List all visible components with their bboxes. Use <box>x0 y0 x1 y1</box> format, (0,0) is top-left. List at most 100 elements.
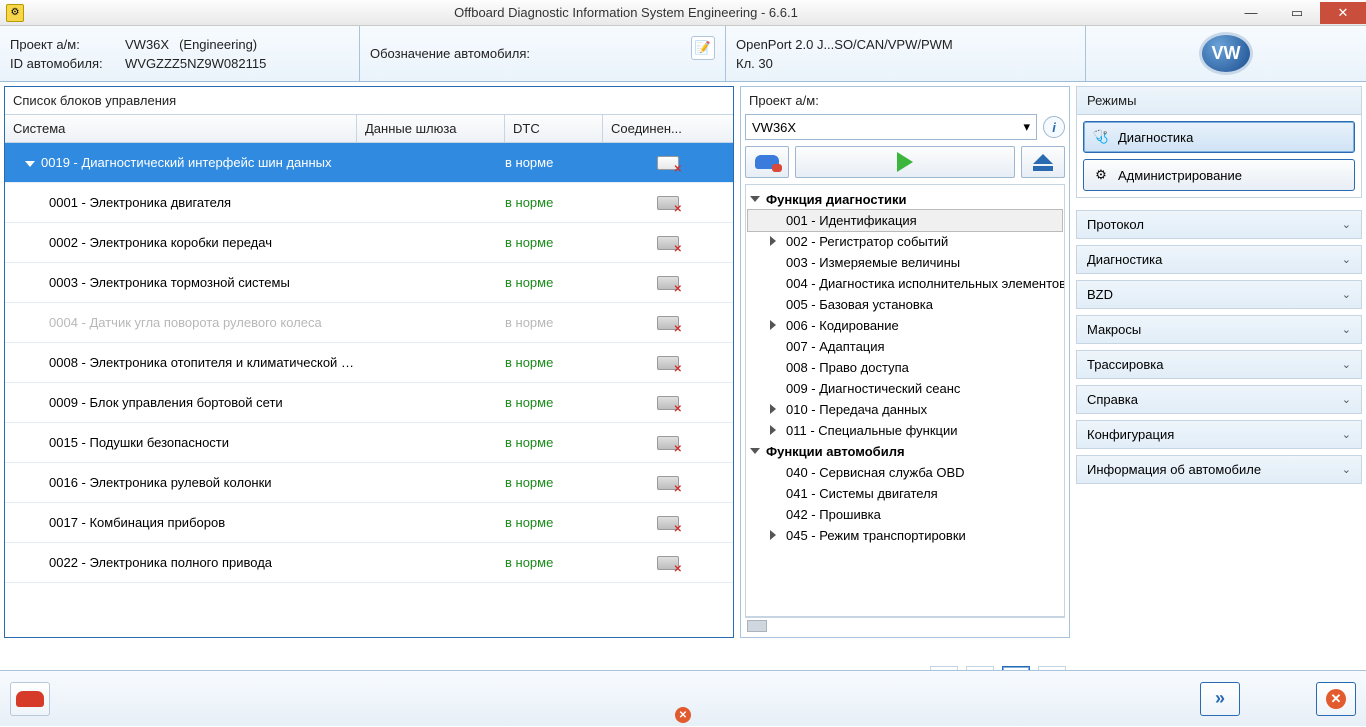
accordion-label: BZD <box>1087 287 1113 302</box>
tree-node[interactable]: 040 - Сервисная служба OBD <box>748 462 1062 483</box>
accordion-section[interactable]: Диагностика⌄ <box>1076 245 1362 274</box>
accordion-label: Диагностика <box>1087 252 1162 267</box>
table-row[interactable]: 0015 - Подушки безопасностив норме <box>5 423 733 463</box>
brand-logo-cell: VW <box>1086 26 1366 81</box>
tree-node[interactable]: 011 - Специальные функции <box>748 420 1062 441</box>
vehicle-id-value: WVGZZZ5NZ9W082115 <box>125 56 266 71</box>
app-icon: ⚙ <box>6 4 24 22</box>
col-system[interactable]: Система <box>5 115 357 142</box>
play-icon <box>897 152 913 172</box>
dtc-status: в норме <box>505 515 603 530</box>
project-value: VW36X <box>125 37 169 52</box>
accordion-label: Конфигурация <box>1087 427 1174 442</box>
tree-node[interactable]: 007 - Адаптация <box>748 336 1062 357</box>
tree-hscroll[interactable] <box>745 617 1065 633</box>
tree-node[interactable]: 001 - Идентификация <box>748 210 1062 231</box>
tree-node[interactable]: 003 - Измеряемые величины <box>748 252 1062 273</box>
tree-node[interactable]: 045 - Режим транспортировки <box>748 525 1062 546</box>
status-error-icon[interactable]: ✕ <box>675 707 691 723</box>
maximize-button[interactable]: ▭ <box>1274 2 1320 24</box>
mode-admin-button[interactable]: ⚙ Администрирование <box>1083 159 1355 191</box>
col-dtc[interactable]: DTC <box>505 115 603 142</box>
table-row[interactable]: 0003 - Электроника тормозной системыв но… <box>5 263 733 303</box>
connection-icon <box>657 196 679 210</box>
dtc-status: в норме <box>505 235 603 250</box>
chevron-down-icon: ⌄ <box>1342 393 1351 406</box>
chevron-down-icon: ⌄ <box>1342 358 1351 371</box>
chevron-down-icon: ⌄ <box>1342 428 1351 441</box>
connection-icon <box>657 356 679 370</box>
chevron-down-icon: ▾ <box>1023 119 1030 135</box>
footer-vehicle-button[interactable] <box>10 682 50 716</box>
system-label: 0022 - Электроника полного привода <box>49 555 272 570</box>
designation-label: Обозначение автомобиля: <box>370 46 530 61</box>
table-row[interactable]: 0022 - Электроника полного привода в норм… <box>5 543 733 583</box>
table-row[interactable]: 0009 - Блок управления бортовой сетив но… <box>5 383 733 423</box>
accordion-label: Справка <box>1087 392 1138 407</box>
footer-cancel-button[interactable]: ✕ <box>1316 682 1356 716</box>
dtc-status: в норме <box>505 475 603 490</box>
system-label: 0019 - Диагностический интерфейс шин дан… <box>41 155 331 170</box>
tree-node[interactable]: 002 - Регистратор событий <box>748 231 1062 252</box>
table-row[interactable]: 0001 - Электроника двигателяв норме <box>5 183 733 223</box>
mode-admin-label: Администрирование <box>1118 168 1242 183</box>
table-row[interactable]: 0017 - Комбинация приборовв норме <box>5 503 733 543</box>
kl-value: Кл. 30 <box>736 56 773 71</box>
accordion-section[interactable]: BZD⌄ <box>1076 280 1362 309</box>
tree-node[interactable]: 042 - Прошивка <box>748 504 1062 525</box>
table-row[interactable]: 0002 - Электроника коробки передач в норм… <box>5 223 733 263</box>
connection-icon <box>657 516 679 530</box>
connection-icon <box>657 476 679 490</box>
cancel-icon: ✕ <box>1326 689 1346 709</box>
chevron-down-icon: ⌄ <box>1342 218 1351 231</box>
close-button[interactable]: ✕ <box>1320 2 1366 24</box>
dtc-status: в норме <box>505 555 603 570</box>
accordion-label: Макросы <box>1087 322 1141 337</box>
tree-node[interactable]: 041 - Системы двигателя <box>748 483 1062 504</box>
run-button[interactable] <box>795 146 1015 178</box>
table-row[interactable]: 0004 - Датчик угла поворота рулевого кол… <box>5 303 733 343</box>
minimize-button[interactable]: — <box>1228 2 1274 24</box>
col-connection[interactable]: Соединен... <box>603 115 733 142</box>
notes-button[interactable]: 📝 <box>691 36 715 60</box>
system-label: 0009 - Блок управления бортовой сети <box>49 395 283 410</box>
table-row[interactable]: 0019 - Диагностический интерфейс шин дан… <box>5 143 733 183</box>
system-label: 0004 - Датчик угла поворота рулевого кол… <box>49 315 322 330</box>
chevron-down-icon: ⌄ <box>1342 323 1351 336</box>
ecu-grid-body[interactable]: 0019 - Диагностический интерфейс шин дан… <box>5 143 733 637</box>
tree-node[interactable]: Функции автомобиля <box>748 441 1062 462</box>
accordion-section[interactable]: Макросы ⌄ <box>1076 315 1362 344</box>
table-row[interactable]: 0008 - Электроника отопителя и климатиче… <box>5 343 733 383</box>
system-label: 0008 - Электроника отопителя и климатиче… <box>49 355 357 370</box>
accordion-section[interactable]: Трассировка⌄ <box>1076 350 1362 379</box>
tree-node[interactable]: 004 - Диагностика исполнительных элемент… <box>748 273 1062 294</box>
header-designation-cell: Обозначение автомобиля: 📝 <box>360 26 726 81</box>
tree-node[interactable]: 010 - Передача данных <box>748 399 1062 420</box>
accordion-section[interactable]: Конфигурация ⌄ <box>1076 420 1362 449</box>
vehicle-switch-button[interactable] <box>745 146 789 178</box>
mode-diagnostics-button[interactable]: 🩺 Диагностика <box>1083 121 1355 153</box>
eject-button[interactable] <box>1021 146 1065 178</box>
modes-panel: Режимы 🩺 Диагностика ⚙ Администрирование… <box>1076 86 1362 638</box>
accordion-section[interactable]: Протокол ⌄ <box>1076 210 1362 239</box>
modes-title: Режимы <box>1076 86 1362 114</box>
function-tree[interactable]: Функция диагностики001 - Идентификация00… <box>745 184 1065 617</box>
accordion-section[interactable]: Справка ⌄ <box>1076 385 1362 414</box>
tree-node[interactable]: Функция диагностики <box>748 189 1062 210</box>
table-row[interactable]: 0016 - Электроника рулевой колонкив норм… <box>5 463 733 503</box>
tree-node[interactable]: 008 - Право доступа <box>748 357 1062 378</box>
tree-node[interactable]: 005 - Базовая установка <box>748 294 1062 315</box>
accordion-label: Протокол <box>1087 217 1144 232</box>
mode-diag-label: Диагностика <box>1118 130 1193 145</box>
tree-node[interactable]: 009 - Диагностический сеанс <box>748 378 1062 399</box>
system-label: 0002 - Электроника коробки передач <box>49 235 272 250</box>
dtc-status: в норме <box>505 315 603 330</box>
car-icon <box>755 155 779 169</box>
connection-icon <box>657 236 679 250</box>
col-gateway[interactable]: Данные шлюза <box>357 115 505 142</box>
project-info-button[interactable]: i <box>1043 116 1065 138</box>
accordion-section[interactable]: Информация об автомобиле⌄ <box>1076 455 1362 484</box>
project-combo[interactable]: VW36X ▾ <box>745 114 1037 140</box>
tree-node[interactable]: 006 - Кодирование <box>748 315 1062 336</box>
footer-next-button[interactable]: » <box>1200 682 1240 716</box>
